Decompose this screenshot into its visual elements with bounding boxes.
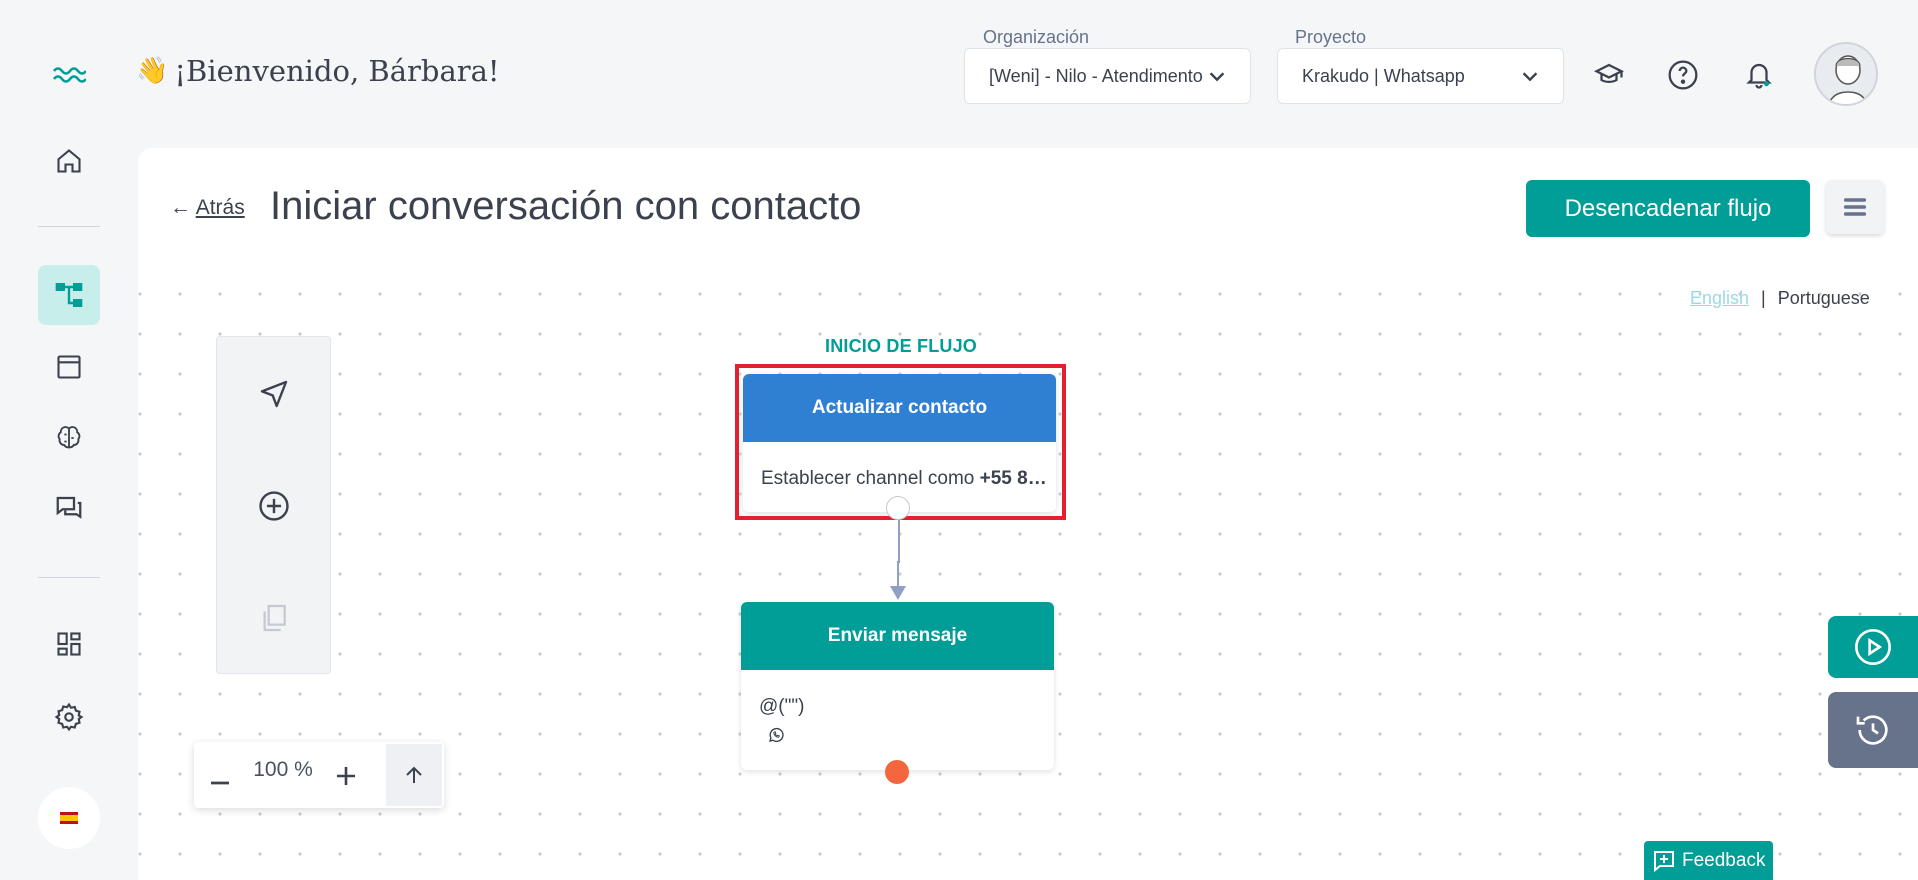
sidebar-divider	[38, 577, 100, 578]
zoom-in-button[interactable]	[320, 742, 372, 808]
sidebar-item-browser[interactable]	[38, 337, 100, 397]
organization-select[interactable]: [Weni] - Nilo - Atendimento	[964, 48, 1251, 104]
feedback-button[interactable]: Feedback	[1644, 841, 1773, 880]
send-tool-button[interactable]	[251, 371, 297, 417]
organization-value: [Weni] - Nilo - Atendimento	[989, 65, 1203, 86]
bell-icon	[1746, 63, 1772, 89]
sidebar-item-flows[interactable]	[38, 265, 100, 325]
sidebar-item-settings[interactable]	[38, 687, 100, 747]
hamburger-icon	[1843, 198, 1867, 216]
plus-icon	[337, 767, 355, 785]
avatar[interactable]	[1814, 42, 1878, 106]
sidebar	[0, 0, 138, 880]
play-circle-icon	[1855, 629, 1891, 665]
copy-icon	[263, 604, 286, 632]
language-switch: English | Portuguese	[1690, 288, 1870, 309]
feedback-icon	[1654, 850, 1674, 872]
project-select[interactable]: Krakudo | Whatsapp	[1277, 48, 1564, 104]
help-button[interactable]	[1660, 52, 1706, 98]
flow-connector	[890, 512, 906, 600]
notifications-button[interactable]	[1736, 52, 1782, 98]
node-exit-unconnected[interactable]	[885, 760, 909, 784]
zoom-value: 100 %	[253, 758, 313, 781]
browser-icon	[57, 355, 81, 379]
zoom-control: 100 %	[194, 742, 444, 808]
flow-start-label: INICIO DE FLUJO	[825, 336, 978, 356]
copy-tool-button[interactable]	[251, 595, 297, 641]
sidebar-item-dashboard[interactable]	[38, 614, 100, 674]
back-label: Atrás	[195, 196, 245, 219]
back-link[interactable]: ← Atrás	[170, 196, 245, 220]
welcome-text: ¡Bienvenido, Bárbara!	[174, 54, 500, 88]
sidebar-item-home[interactable]	[38, 131, 100, 191]
graduation-cap-icon	[1594, 63, 1624, 83]
add-node-button[interactable]	[251, 483, 297, 529]
language-portuguese[interactable]: Portuguese	[1778, 288, 1870, 309]
chat-icon	[56, 496, 82, 519]
sidebar-divider	[38, 226, 100, 227]
send-message-node[interactable]: Enviar mensaje @("")	[741, 602, 1054, 770]
language-selector[interactable]	[38, 787, 100, 849]
send-icon	[260, 380, 288, 408]
history-icon	[1856, 715, 1888, 745]
language-english[interactable]: English	[1690, 288, 1749, 309]
language-separator: |	[1761, 288, 1766, 308]
spain-flag-icon	[60, 812, 78, 824]
project-label: Proyecto	[1295, 27, 1367, 47]
flows-icon	[55, 283, 83, 307]
help-icon	[1668, 60, 1698, 90]
simulator-tab[interactable]	[1828, 616, 1918, 678]
scroll-top-button[interactable]	[386, 744, 442, 806]
revisions-tab[interactable]	[1828, 692, 1918, 768]
project-value: Krakudo | Whatsapp	[1302, 65, 1465, 86]
gear-icon	[54, 702, 84, 732]
message-text: @("")	[759, 696, 805, 717]
brain-icon	[57, 426, 81, 449]
dashboard-icon	[57, 632, 81, 656]
user-avatar-icon	[1816, 44, 1876, 104]
feedback-label: Feedback	[1682, 849, 1766, 871]
home-icon	[57, 149, 81, 173]
arrow-up-icon	[406, 766, 422, 783]
weni-logo-icon[interactable]	[52, 64, 86, 86]
welcome-message: 👋 ¡Bienvenido, Bárbara!	[136, 54, 500, 88]
node-exit-connector[interactable]	[886, 496, 910, 520]
menu-button[interactable]	[1826, 180, 1884, 234]
back-arrow-icon: ←	[170, 196, 191, 219]
chevron-down-icon	[1209, 72, 1225, 82]
organization-label: Organización	[983, 27, 1090, 47]
chevron-down-icon	[1522, 72, 1538, 82]
wave-emoji: 👋	[136, 56, 169, 86]
page-title: Iniciar conversación con contacto	[270, 184, 862, 228]
whatsapp-icon	[768, 727, 784, 743]
trigger-flow-button[interactable]: Desencadenar flujo	[1526, 180, 1810, 237]
sidebar-item-intelligence[interactable]	[38, 408, 100, 468]
zoom-out-button[interactable]	[194, 742, 246, 808]
sidebar-item-chats[interactable]	[38, 478, 100, 538]
minus-icon	[211, 781, 229, 785]
academy-button[interactable]	[1586, 52, 1632, 98]
tools-palette	[216, 336, 331, 674]
add-circle-icon	[259, 491, 289, 521]
node-body: @("")	[741, 670, 1054, 750]
node-title: Enviar mensaje	[741, 602, 1054, 670]
